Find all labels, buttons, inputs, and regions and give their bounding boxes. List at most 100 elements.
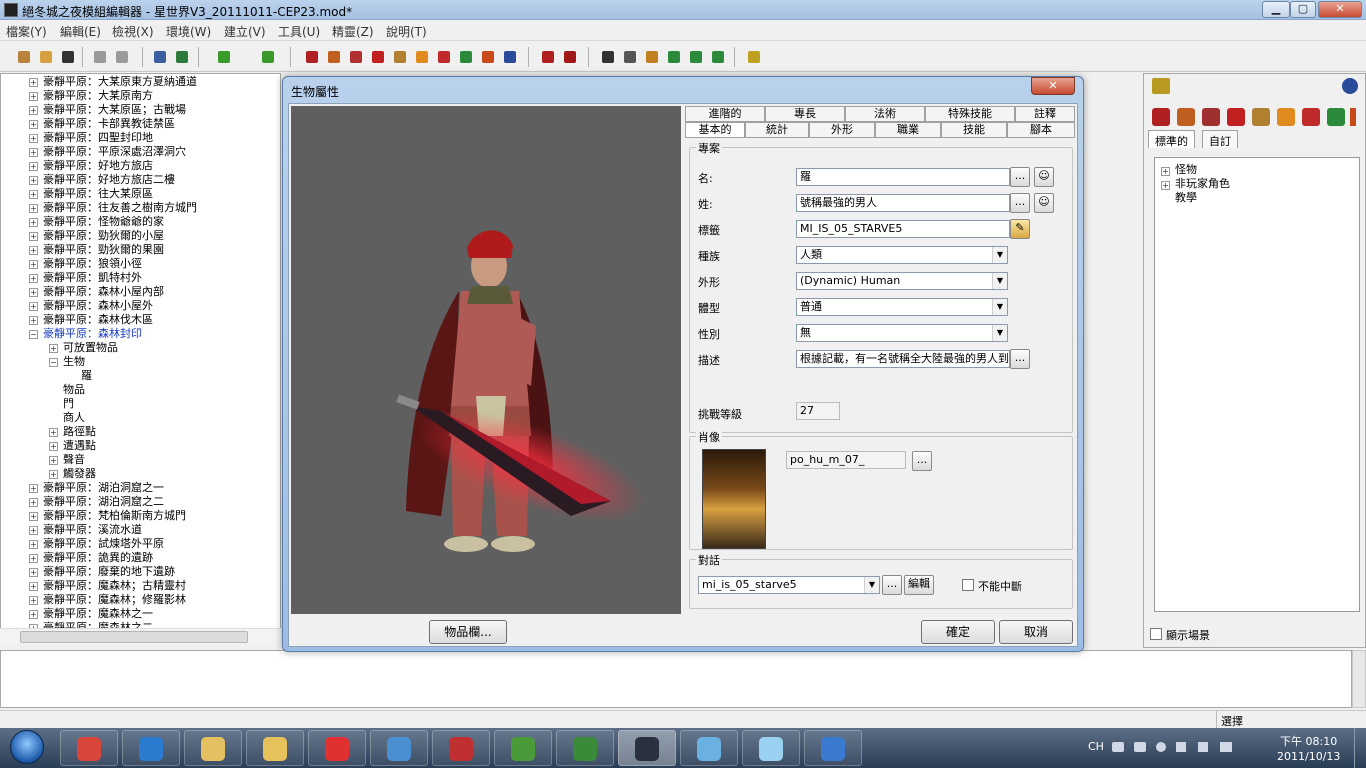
expand-icon[interactable]: + — [49, 344, 58, 353]
tab-basic[interactable]: 基本的 — [685, 122, 745, 138]
tree-item[interactable]: 豪靜平原：大某原區；古戰場 — [43, 103, 186, 117]
expand-icon[interactable]: + — [49, 428, 58, 437]
store-icon[interactable] — [500, 47, 520, 67]
tree-item[interactable]: 豪靜平原：森林封印 — [43, 327, 142, 341]
tree-item[interactable]: 豪靜平原：森林伐木區 — [43, 313, 153, 327]
tree-item[interactable]: 豪靜平原：怪物爺爺的家 — [43, 215, 164, 229]
tree-item[interactable]: 豪靜平原：湖泊洞窟之二 — [43, 495, 164, 509]
taskbar-app-notepad[interactable] — [742, 730, 800, 766]
paint-icon[interactable] — [172, 47, 192, 67]
trigger-icon[interactable] — [1302, 108, 1320, 126]
expand-icon[interactable]: + — [29, 568, 38, 577]
expand-icon[interactable]: + — [29, 610, 38, 619]
pencil-icon[interactable] — [620, 47, 640, 67]
conversation-ellipsis-button[interactable]: ... — [882, 575, 902, 595]
expand-icon[interactable]: + — [29, 232, 38, 241]
open-icon[interactable] — [36, 47, 56, 67]
lips-icon[interactable] — [560, 47, 580, 67]
tree-item[interactable]: 羅 — [81, 369, 92, 383]
expand-icon[interactable]: + — [29, 302, 38, 311]
expand-icon[interactable]: + — [29, 218, 38, 227]
brush-icon[interactable] — [598, 47, 618, 67]
arrow-left-icon[interactable] — [214, 47, 234, 67]
arrow-right-icon[interactable] — [258, 47, 278, 67]
portrait-field[interactable]: po_hu_m_07_ — [786, 451, 906, 469]
script-icon[interactable] — [664, 47, 684, 67]
portrait-image[interactable] — [702, 449, 766, 549]
tab-skills[interactable]: 技能 — [941, 122, 1007, 138]
tree-item[interactable]: 遭遇點 — [63, 439, 96, 453]
expand-icon[interactable]: + — [29, 120, 38, 129]
palette-tree[interactable]: + 怪物 + 非玩家角色 教學 — [1154, 157, 1360, 612]
taskbar-app-chrome[interactable] — [60, 730, 118, 766]
conversation-select[interactable]: mi_is_05_starve5 ▼ — [698, 576, 880, 594]
area-icon[interactable] — [150, 47, 170, 67]
clock-date[interactable]: 2011/10/13 — [1277, 750, 1340, 763]
trigger-icon[interactable] — [434, 47, 454, 67]
tab-spells[interactable]: 法術 — [845, 106, 925, 122]
expand-icon[interactable]: + — [29, 554, 38, 563]
tree-item[interactable]: 豪靜平原：勁狄爾的小屋 — [43, 229, 164, 243]
tree-horizontal-scrollbar[interactable] — [0, 628, 281, 644]
show-desktop-button[interactable] — [1354, 728, 1366, 768]
tab-standard[interactable]: 標準的 — [1148, 130, 1195, 148]
name-field[interactable]: 羅 — [796, 168, 1010, 186]
expand-icon[interactable]: + — [29, 316, 38, 325]
item-icon[interactable] — [1277, 108, 1295, 126]
waypoint-icon[interactable] — [456, 47, 476, 67]
cr-field[interactable]: 27 — [796, 402, 840, 420]
chevron-down-icon[interactable]: ▼ — [992, 247, 1007, 263]
chevron-down-icon[interactable]: ▼ — [992, 299, 1007, 315]
key-icon[interactable] — [744, 47, 764, 67]
expand-icon[interactable]: + — [49, 470, 58, 479]
expand-icon[interactable]: + — [29, 288, 38, 297]
save-icon[interactable] — [58, 47, 78, 67]
start-button[interactable] — [2, 730, 52, 766]
menu-create[interactable]: 建立(V) — [224, 23, 266, 40]
item-icon[interactable] — [412, 47, 432, 67]
tree-item[interactable]: 物品 — [63, 383, 85, 397]
expand-icon[interactable]: + — [29, 176, 38, 185]
tab-classes[interactable]: 職業 — [875, 122, 941, 138]
chevron-down-icon[interactable]: ▼ — [992, 273, 1007, 289]
menu-file[interactable]: 檔案(Y) — [6, 23, 47, 40]
palette-item-monsters[interactable]: 怪物 — [1175, 163, 1197, 177]
tab-comments[interactable]: 註釋 — [1015, 106, 1075, 122]
menu-help[interactable]: 說明(T) — [386, 23, 427, 40]
collapse-icon[interactable]: − — [29, 330, 38, 339]
tab-advanced[interactable]: 進階的 — [685, 106, 765, 122]
phenotype-select[interactable]: 普通 ▼ — [796, 298, 1008, 316]
compile-icon[interactable] — [686, 47, 706, 67]
redo-icon[interactable] — [112, 47, 132, 67]
collapse-icon[interactable]: − — [49, 358, 58, 367]
taskbar-app-explorer[interactable] — [246, 730, 304, 766]
tree-item[interactable]: 豪靜平原：魔森林；古精靈村 — [43, 579, 186, 593]
tree-item[interactable]: 豪靜平原：狼領小徑 — [43, 257, 142, 271]
expand-icon[interactable]: + — [49, 456, 58, 465]
surname-ellipsis-button[interactable]: ... — [1010, 193, 1030, 213]
palette-item-npcs[interactable]: 非玩家角色 — [1175, 177, 1230, 191]
expand-icon[interactable]: + — [29, 78, 38, 87]
expand-icon[interactable]: + — [49, 442, 58, 451]
tree-item[interactable]: 豪靜平原：廢棄的地下遺跡 — [43, 565, 175, 579]
expand-icon[interactable]: + — [29, 92, 38, 101]
module-tree[interactable]: + 豪靜平原：大某原東方夏納通道 + 豪靜平原：大某原南方 + 豪靜平原：大某原區；古戰場… — [0, 73, 281, 643]
encounter-icon[interactable] — [368, 47, 388, 67]
taskbar-app-evernote[interactable] — [494, 730, 552, 766]
taskbar-app-evernote2[interactable] — [556, 730, 614, 766]
taskbar-app-messenger[interactable] — [680, 730, 738, 766]
tree-item[interactable]: 豪靜平原：四聖封印地 — [43, 131, 153, 145]
tree-item[interactable]: 豪靜平原：森林小屋內部 — [43, 285, 164, 299]
expand-icon[interactable]: + — [1161, 167, 1170, 176]
expand-icon[interactable]: + — [29, 246, 38, 255]
tree-item[interactable]: 豪靜平原：魔森林之一 — [43, 607, 153, 621]
maximize-button[interactable]: ▢ — [1290, 1, 1316, 18]
tree-item[interactable]: 豪靜平原：溪流水道 — [43, 523, 142, 537]
tag-field[interactable]: MI_IS_05_STARVE5 — [796, 220, 1010, 238]
chevron-down-icon[interactable]: ▼ — [864, 577, 879, 593]
expand-icon[interactable]: + — [29, 134, 38, 143]
menu-view[interactable]: 檢視(X) — [112, 23, 154, 40]
ok-button[interactable]: 確定 — [921, 620, 995, 644]
expand-icon[interactable]: + — [29, 190, 38, 199]
tree-item[interactable]: 豪靜平原：試煉塔外平原 — [43, 537, 164, 551]
